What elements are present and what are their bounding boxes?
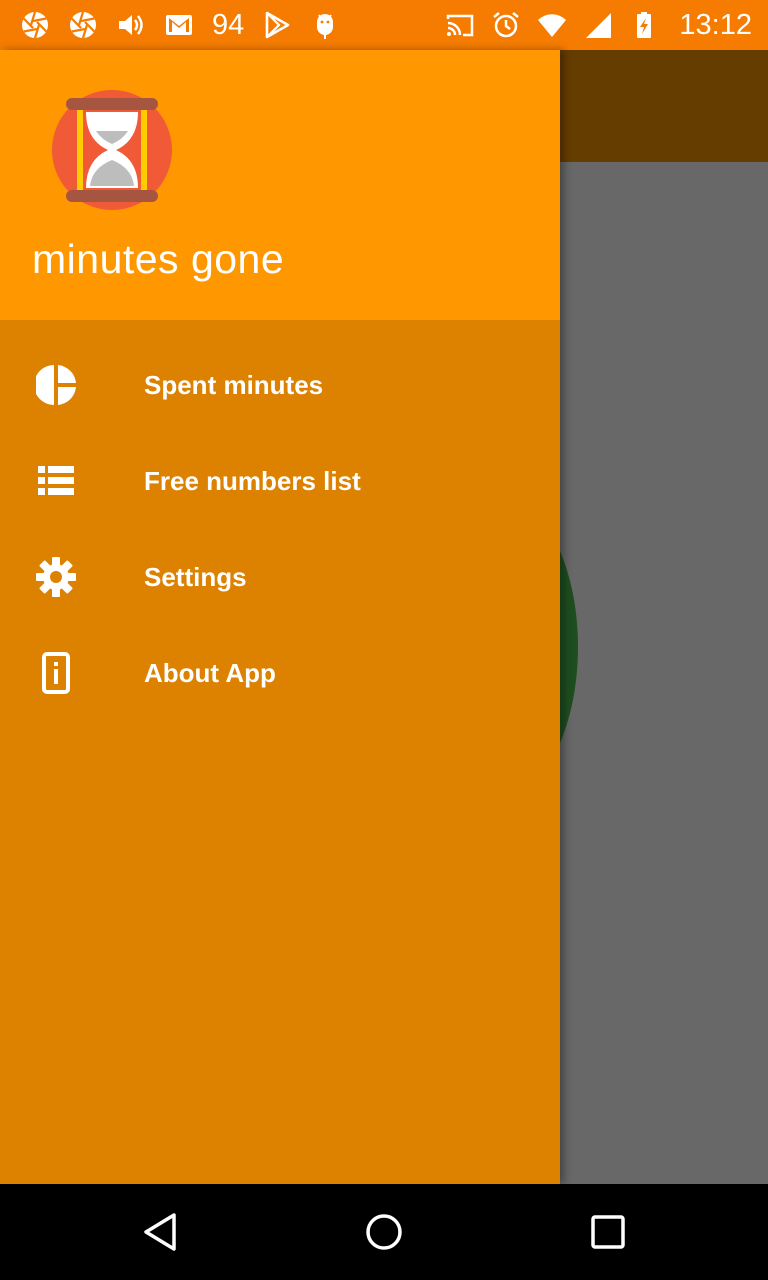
menu-item-label: About App [144,657,276,688]
status-time: 13:12 [679,8,752,41]
screen: 94 13:12 minutes gone Spent minutes Free… [0,0,768,1280]
aperture-icon [22,11,48,39]
signal-icon [586,13,612,38]
status-right: 13:12 [445,9,752,42]
alarm-icon [493,12,520,38]
list-icon [36,461,76,501]
play-store-icon [265,11,290,39]
hourglass-icon [52,90,172,210]
recents-button[interactable] [584,1208,632,1256]
drawer-menu: Spent minutes Free numbers list Settings… [0,337,560,721]
gmail-icon [166,15,192,35]
menu-item-label: Spent minutes [144,369,324,400]
status-left: 94 [20,9,340,42]
menu-item-settings[interactable]: Settings [0,529,560,625]
gear-icon [36,557,76,597]
back-button[interactable] [136,1208,184,1256]
home-icon [366,1214,402,1250]
navigation-bar [0,1184,768,1280]
notification-count: 94 [212,8,245,41]
cast-icon [447,14,474,37]
home-button[interactable] [360,1208,408,1256]
menu-item-about-app[interactable]: About App [0,625,560,721]
menu-item-label: Settings [144,561,247,592]
back-icon [144,1213,176,1251]
menu-item-free-numbers-list[interactable]: Free numbers list [0,433,560,529]
status-bar: 94 13:12 [0,0,768,50]
menu-item-spent-minutes[interactable]: Spent minutes [0,337,560,433]
wifi-icon [538,14,567,37]
battery-charging-icon [637,12,652,38]
info-icon [36,652,76,694]
app-name: minutes gone [32,236,285,282]
android-debug-icon [317,14,334,39]
navigation-drawer: minutes gone Spent minutes Free numbers … [0,50,560,1184]
pie-chart-icon [36,365,76,405]
drawer-header: minutes gone [0,50,560,320]
volume-icon [119,15,143,35]
recents-icon [591,1215,625,1249]
menu-item-label: Free numbers list [144,465,361,496]
aperture-icon [70,11,96,39]
